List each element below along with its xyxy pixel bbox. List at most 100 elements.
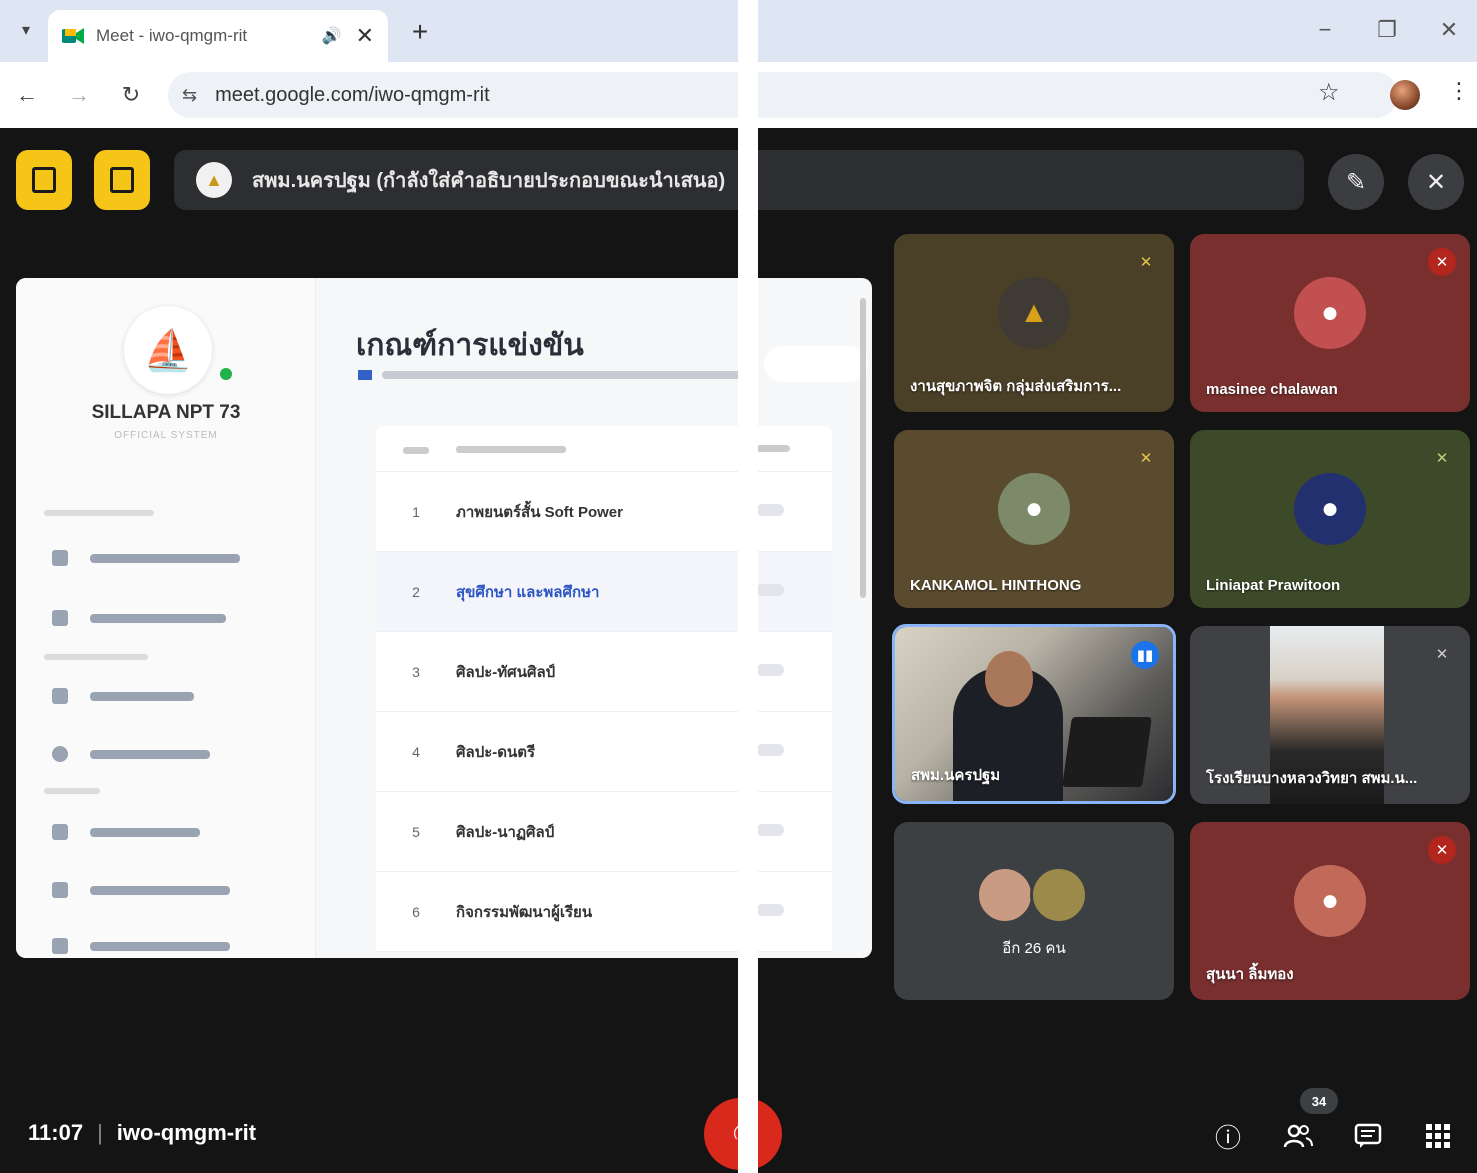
brand-subtitle: OFFICIAL SYSTEM xyxy=(114,430,218,441)
school-icon xyxy=(52,610,68,626)
participant-tile[interactable]: ● ✕ สุนนา ลิ้มทอง xyxy=(1190,822,1470,1000)
more-participants-label: อีก 26 คน xyxy=(1002,940,1066,957)
back-icon[interactable]: ← xyxy=(10,78,44,112)
separator: | xyxy=(97,1120,103,1145)
nav-item[interactable] xyxy=(52,824,200,840)
row-num: 2 xyxy=(412,583,420,600)
nav-section-heading xyxy=(44,788,100,794)
mic-muted-icon: ✕ xyxy=(1428,444,1456,472)
row-name: ศิลปะ-นาฏศิลป์ xyxy=(456,823,555,841)
row-name: สุขศึกษา และพลศึกษา xyxy=(456,583,600,601)
participant-tile[interactable]: ● ✕ Liniapat Prawitoon xyxy=(1190,430,1470,608)
table-row[interactable]: 4 ศิลปะ-ดนตรี xyxy=(376,712,832,792)
nav-item-label xyxy=(90,613,226,623)
header-name xyxy=(456,440,756,457)
chat-icon[interactable] xyxy=(1348,1116,1388,1156)
dot-icon xyxy=(52,746,68,762)
row-status xyxy=(756,503,832,521)
nav-item-label xyxy=(90,885,230,895)
stop-annotation-button[interactable] xyxy=(16,150,72,210)
participant-name: สพม.นครปฐม xyxy=(911,767,1001,784)
participant-tile[interactable]: ● ✕ masinee chalawan xyxy=(1190,234,1470,412)
participant-tile[interactable]: ▲ ✕ งานสุขภาพจิต กลุ่มส่งเสริมการ... xyxy=(894,234,1174,412)
meeting-time-and-code: 11:07 | iwo-qmgm-rit xyxy=(28,1120,256,1146)
table-row[interactable]: 6 กิจกรรมพัฒนาผู้เรียน xyxy=(376,872,832,952)
presentation-content: เกณฑ์การแข่งขัน 1 ภาพยนตร์สั้น Soft Powe… xyxy=(356,278,872,958)
nav-item[interactable] xyxy=(52,550,240,566)
bookmark-star-icon[interactable]: ☆ xyxy=(1318,78,1340,107)
participant-tile[interactable]: ✕ โรงเรียนบางหลวงวิทยา สพม.น... xyxy=(1190,626,1470,804)
omnibox[interactable]: ⇆ meet.google.com/iwo-qmgm-rit xyxy=(168,72,1398,118)
annotation-tool-icon xyxy=(32,167,56,193)
participant-name: งานสุขภาพจิต กลุ่มส่งเสริมการ... xyxy=(910,378,1122,395)
table-header xyxy=(376,426,832,472)
profile-avatar[interactable] xyxy=(1390,80,1420,110)
trophy-icon xyxy=(52,550,68,566)
tab-search-dropdown-icon[interactable]: ▾ xyxy=(10,14,42,46)
online-status-dot xyxy=(220,368,232,380)
table-icon xyxy=(52,824,68,840)
nav-item-criteria[interactable] xyxy=(52,688,194,704)
minimize-icon[interactable]: − xyxy=(1300,12,1350,48)
nav-item-label xyxy=(90,941,230,951)
row-status xyxy=(756,823,832,841)
people-icon[interactable] xyxy=(1278,1116,1318,1156)
browser-tab-meet[interactable]: Meet - iwo-qmgm-rit 🔊 ✕ xyxy=(48,10,388,62)
search-input[interactable] xyxy=(764,346,868,382)
nav-item[interactable] xyxy=(52,610,226,626)
table-row[interactable]: 5 ศิลปะ-นาฏศิลป์ xyxy=(376,792,832,872)
row-name: กิจกรรมพัฒนาผู้เรียน xyxy=(456,903,593,921)
meeting-code: iwo-qmgm-rit xyxy=(116,1120,257,1145)
nav-item[interactable] xyxy=(52,938,230,954)
url-text[interactable]: meet.google.com/iwo-qmgm-rit xyxy=(215,84,490,107)
tab-audio-icon[interactable]: 🔊 xyxy=(322,26,342,46)
presentation-sidebar: ⛵ SILLAPA NPT 73 OFFICIAL SYSTEM xyxy=(16,278,316,958)
forward-icon[interactable]: → xyxy=(62,78,96,112)
row-num: 5 xyxy=(412,823,420,840)
meeting-info-icon[interactable]: ⓘ xyxy=(1208,1116,1248,1156)
presentation-tool-button[interactable] xyxy=(94,150,150,210)
brand-name: SILLAPA NPT 73 xyxy=(91,402,241,423)
participant-tile-speaking[interactable]: ▮▮ สพม.นครปฐม xyxy=(892,624,1176,804)
presenter-avatar: ▲ xyxy=(196,162,232,198)
participant-avatar: ● xyxy=(998,473,1070,545)
presenting-banner-text: สพม.นครปฐม (กำลังใส่คำอธิบายประกอบขณะนำเ… xyxy=(252,170,726,192)
row-num: 3 xyxy=(412,663,420,680)
new-tab-button[interactable]: + xyxy=(402,14,438,50)
window-close-icon[interactable]: ✕ xyxy=(1424,12,1474,48)
activities-grid-icon[interactable] xyxy=(1418,1116,1458,1156)
participant-name: masinee chalawan xyxy=(1206,381,1338,398)
more-participants-tile[interactable]: อีก 26 คน xyxy=(894,822,1174,1000)
reload-icon[interactable]: ↻ xyxy=(114,78,148,112)
nav-item[interactable] xyxy=(52,882,230,898)
site-settings-icon[interactable]: ⇆ xyxy=(182,85,197,106)
criteria-table: 1 ภาพยนตร์สั้น Soft Power 2 สุขศึกษา และ… xyxy=(376,426,832,952)
presentation-scrollbar[interactable] xyxy=(860,298,866,598)
row-status xyxy=(756,663,832,681)
participant-avatar: ● xyxy=(1294,277,1366,349)
restore-icon[interactable]: ❐ xyxy=(1362,12,1412,48)
meet-favicon-icon xyxy=(62,27,84,45)
tab-title: Meet - iwo-qmgm-rit xyxy=(96,26,248,45)
participant-count-badge: 34 xyxy=(1300,1088,1338,1114)
table-row[interactable]: 2 สุขศึกษา และพลศึกษา xyxy=(376,552,832,632)
tab-close-icon[interactable]: ✕ xyxy=(356,23,374,49)
door-icon xyxy=(110,167,134,193)
annotate-pen-icon[interactable]: ✎ xyxy=(1328,154,1384,210)
browser-menu-icon[interactable]: ⋮ xyxy=(1448,78,1470,104)
row-status xyxy=(756,583,832,601)
video-person-head xyxy=(985,651,1033,707)
clock: 11:07 xyxy=(28,1120,84,1145)
row-num: 1 xyxy=(412,503,420,520)
page-title: เกณฑ์การแข่งขัน xyxy=(356,329,584,362)
table-row[interactable]: 1 ภาพยนตร์สั้น Soft Power xyxy=(376,472,832,552)
row-name: ภาพยนตร์สั้น Soft Power xyxy=(456,503,623,521)
participant-avatar: ● xyxy=(1294,865,1366,937)
participant-tile[interactable]: ● ✕ KANKAMOL HINTHONG xyxy=(894,430,1174,608)
nav-item-label xyxy=(90,691,194,701)
table-row[interactable]: 3 ศิลปะ-ทัศนศิลป์ xyxy=(376,632,832,712)
nav-item[interactable] xyxy=(52,746,210,762)
school-logo: ⛵ xyxy=(124,306,212,394)
row-num: 4 xyxy=(412,743,420,760)
unpin-icon[interactable]: ✕ xyxy=(1408,154,1464,210)
